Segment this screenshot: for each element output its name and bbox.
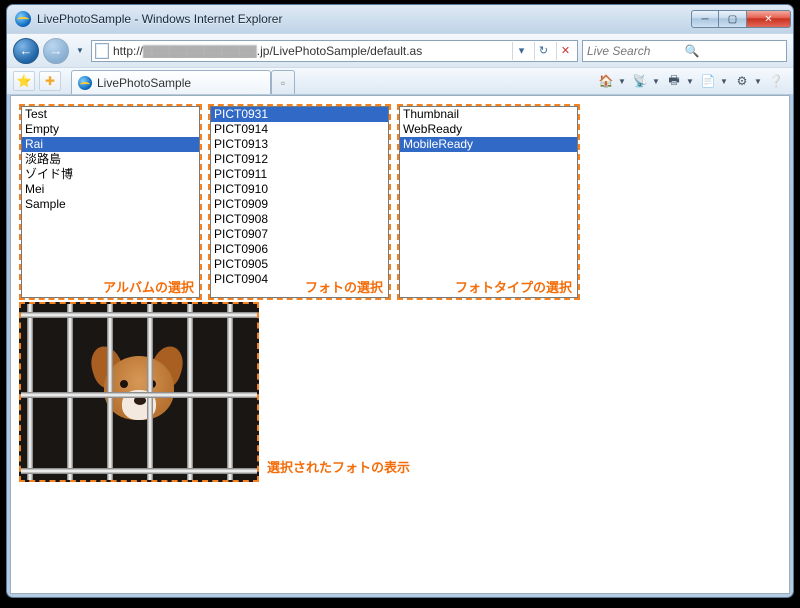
list-item[interactable]: WebReady bbox=[400, 122, 577, 137]
type-listbox[interactable]: ThumbnailWebReadyMobileReady bbox=[399, 106, 578, 298]
tab-title: LivePhotoSample bbox=[97, 76, 191, 90]
toolbar: ⭐ ✚ LivePhotoSample ▫ 🏠▼ 📡▼ 🖶▼ 📄▼ ⚙▼ ❔ bbox=[7, 67, 793, 95]
photo-caption-label: フォトの選択 bbox=[303, 277, 385, 296]
tools-dropdown[interactable]: ▼ bbox=[753, 71, 763, 91]
photo-listbox[interactable]: PICT0931PICT0914PICT0913PICT0912PICT0911… bbox=[210, 106, 389, 298]
address-bar[interactable]: http://▓▓▓▓▓▓▓▓▓▓▓▓▓.jp/LivePhotoSample/… bbox=[91, 40, 578, 62]
list-item[interactable]: PICT0913 bbox=[211, 137, 388, 152]
address-text: http://▓▓▓▓▓▓▓▓▓▓▓▓▓.jp/LivePhotoSample/… bbox=[113, 44, 508, 58]
maximize-button[interactable]: ▢ bbox=[719, 10, 747, 28]
list-item[interactable]: Empty bbox=[22, 122, 199, 137]
album-caption: アルバムの選択 bbox=[101, 277, 196, 296]
page-content: TestEmptyRai淡路島ゾイド博MeiSample アルバムの選択 PIC… bbox=[10, 95, 790, 594]
list-item[interactable]: PICT0910 bbox=[211, 182, 388, 197]
list-item[interactable]: Thumbnail bbox=[400, 107, 577, 122]
home-dropdown[interactable]: ▼ bbox=[617, 71, 627, 91]
feeds-button[interactable]: 📡 bbox=[629, 71, 651, 91]
type-panel: ThumbnailWebReadyMobileReady フォトタイプの選択 bbox=[397, 104, 580, 300]
favorites-button[interactable]: ⭐ bbox=[13, 71, 35, 91]
selected-photo bbox=[19, 302, 259, 482]
list-item[interactable]: 淡路島 bbox=[22, 152, 199, 167]
titlebar: LivePhotoSample - Windows Internet Explo… bbox=[7, 5, 793, 33]
list-item[interactable]: MobileReady bbox=[400, 137, 577, 152]
search-icon[interactable]: 🔍 bbox=[685, 44, 783, 58]
search-placeholder: Live Search bbox=[587, 44, 685, 58]
list-item[interactable]: Test bbox=[22, 107, 199, 122]
page-icon bbox=[95, 43, 109, 59]
new-tab-button[interactable]: ▫ bbox=[271, 70, 295, 94]
tab-livephotosample[interactable]: LivePhotoSample bbox=[71, 70, 271, 94]
list-item[interactable]: PICT0911 bbox=[211, 167, 388, 182]
list-item[interactable]: PICT0907 bbox=[211, 227, 388, 242]
print-button[interactable]: 🖶 bbox=[663, 71, 685, 91]
list-item[interactable]: PICT0908 bbox=[211, 212, 388, 227]
print-dropdown[interactable]: ▼ bbox=[685, 71, 695, 91]
photo-panel: PICT0931PICT0914PICT0913PICT0912PICT0911… bbox=[208, 104, 391, 300]
tools-button[interactable]: ⚙ bbox=[731, 71, 753, 91]
close-button[interactable]: ✕ bbox=[747, 10, 791, 28]
page-dropdown[interactable]: ▼ bbox=[719, 71, 729, 91]
cage-bars bbox=[21, 304, 257, 480]
nav-history-dropdown[interactable]: ▼ bbox=[73, 46, 87, 55]
list-item[interactable]: Mei bbox=[22, 182, 199, 197]
list-item[interactable]: PICT0906 bbox=[211, 242, 388, 257]
back-button[interactable]: ← bbox=[13, 38, 39, 64]
forward-button[interactable]: → bbox=[43, 38, 69, 64]
ie-icon bbox=[15, 11, 31, 27]
window-title: LivePhotoSample - Windows Internet Explo… bbox=[37, 12, 691, 26]
page-button[interactable]: 📄 bbox=[697, 71, 719, 91]
selected-photo-caption: 選択されたフォトの表示 bbox=[267, 457, 410, 476]
list-item[interactable]: PICT0931 bbox=[211, 107, 388, 122]
minimize-button[interactable]: ─ bbox=[691, 10, 719, 28]
ie-window: LivePhotoSample - Windows Internet Explo… bbox=[6, 4, 794, 598]
list-item[interactable]: Rai bbox=[22, 137, 199, 152]
feeds-dropdown[interactable]: ▼ bbox=[651, 71, 661, 91]
search-box[interactable]: Live Search 🔍 bbox=[582, 40, 787, 62]
list-item[interactable]: PICT0905 bbox=[211, 257, 388, 272]
list-item[interactable]: PICT0909 bbox=[211, 197, 388, 212]
album-listbox[interactable]: TestEmptyRai淡路島ゾイド博MeiSample bbox=[21, 106, 200, 298]
list-item[interactable]: PICT0912 bbox=[211, 152, 388, 167]
list-item[interactable]: PICT0914 bbox=[211, 122, 388, 137]
home-button[interactable]: 🏠 bbox=[595, 71, 617, 91]
add-favorites-button[interactable]: ✚ bbox=[39, 71, 61, 91]
stop-button[interactable]: ✕ bbox=[556, 42, 574, 60]
nav-bar: ← → ▼ http://▓▓▓▓▓▓▓▓▓▓▓▓▓.jp/LivePhotoS… bbox=[7, 33, 793, 67]
help-button[interactable]: ❔ bbox=[765, 71, 787, 91]
refresh-button[interactable]: ↻ bbox=[534, 42, 552, 60]
address-dropdown[interactable]: ▾ bbox=[512, 42, 530, 60]
type-caption: フォトタイプの選択 bbox=[453, 277, 574, 296]
list-item[interactable]: Sample bbox=[22, 197, 199, 212]
album-panel: TestEmptyRai淡路島ゾイド博MeiSample アルバムの選択 bbox=[19, 104, 202, 300]
list-item[interactable]: ゾイド博 bbox=[22, 167, 199, 182]
tab-favicon bbox=[78, 76, 92, 90]
